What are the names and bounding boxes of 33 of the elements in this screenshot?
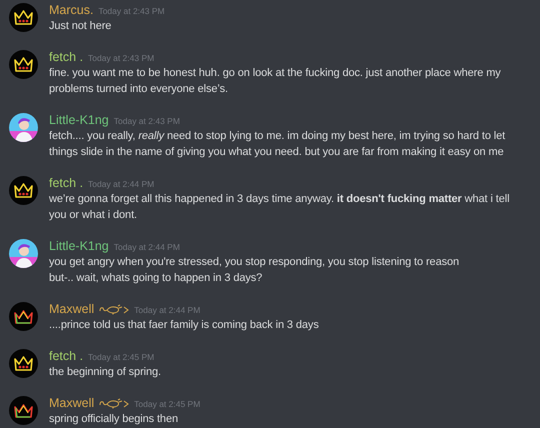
message-text: fine. you want me to be honest huh. go on look at the fucking doc. just another place where my problems turned into everyone else’s. bbox=[49, 66, 502, 97]
author-name[interactable]: fetch . bbox=[49, 49, 84, 65]
message-text: we’re gonna forget all this happened in 3 days time anyway. it doesn't fucking matter what i tell you or what i dont. bbox=[49, 192, 510, 223]
avatar bbox=[9, 349, 38, 378]
timestamp: Today at 2:45 PM bbox=[88, 350, 154, 364]
timestamp: Today at 2:43 PM bbox=[114, 114, 180, 128]
cat-icon bbox=[99, 398, 130, 408]
author-name[interactable]: Maxwell bbox=[49, 395, 94, 411]
timestamp: Today at 2:43 PM bbox=[88, 52, 154, 64]
message-text: spring officially begins then bbox=[49, 412, 179, 427]
author-name[interactable]: Maxwell bbox=[49, 301, 94, 317]
message-text: ....prince told us that faer family is coming back in 3 days bbox=[49, 318, 319, 333]
cat-icon bbox=[99, 304, 130, 314]
author-name[interactable]: Marcus. bbox=[49, 2, 94, 18]
timestamp: Today at 2:44 PM bbox=[134, 304, 200, 316]
author-name[interactable]: fetch . bbox=[49, 348, 84, 364]
timestamp: Today at 2:45 PM bbox=[134, 398, 200, 410]
avatar bbox=[9, 396, 38, 425]
avatar bbox=[9, 176, 38, 205]
message-text: fetch.... you really, really need to stop lying to me. im doing my best here, im trying so hard to let things slide in the name of giving you what you need. but you are far from making it easy on me bbox=[49, 129, 506, 160]
message-text: you get angry when you're stressed, you stop responding, you stop listening to reason bbox=[49, 255, 460, 270]
timestamp: Today at 2:44 PM bbox=[114, 240, 180, 254]
avatar bbox=[9, 302, 38, 331]
message-text: Just not here bbox=[49, 19, 112, 34]
timestamp: Today at 2:44 PM bbox=[88, 178, 154, 190]
author-name[interactable]: Little-K1ng bbox=[49, 112, 109, 128]
author-name[interactable]: fetch . bbox=[49, 175, 84, 191]
message-text: but-.. wait, whats going to happen in 3 days? bbox=[49, 271, 264, 286]
avatar bbox=[9, 50, 38, 79]
message-text: the beginning of spring. bbox=[49, 365, 161, 380]
timestamp: Today at 2:43 PM bbox=[98, 4, 165, 18]
author-name[interactable]: Little-K1ng bbox=[49, 238, 109, 254]
avatar bbox=[9, 3, 38, 32]
